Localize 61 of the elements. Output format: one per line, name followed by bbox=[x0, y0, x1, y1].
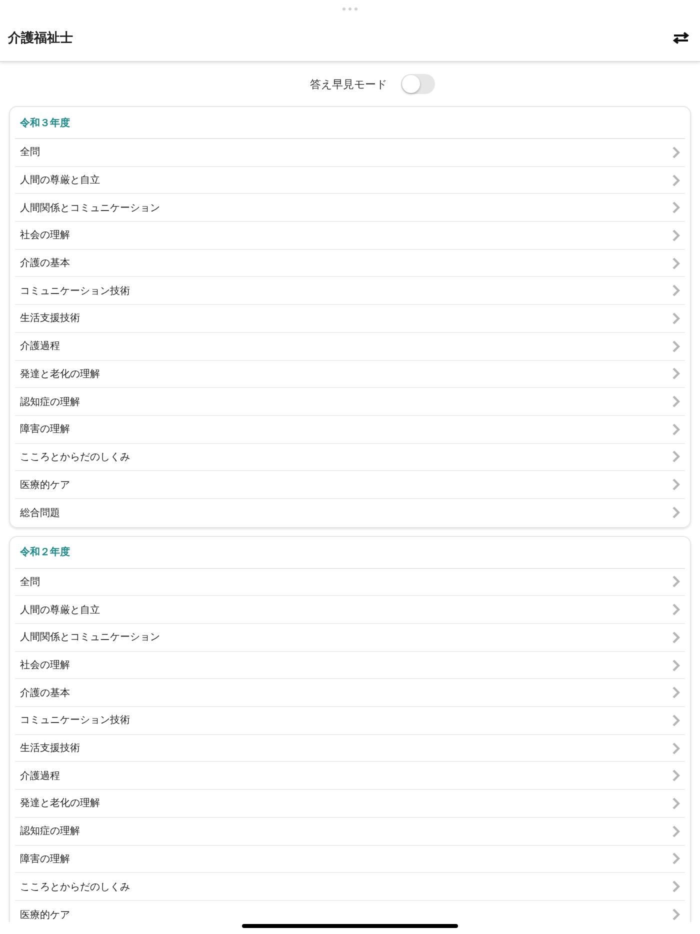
list-item[interactable]: こころとからだのしくみ bbox=[15, 873, 685, 901]
chevron-icon bbox=[672, 146, 680, 159]
chevron-icon bbox=[672, 312, 680, 325]
chevron-icon bbox=[672, 422, 680, 436]
chevron-icon bbox=[672, 603, 680, 616]
chevron-icon bbox=[672, 880, 680, 894]
multitask-dots-icon[interactable] bbox=[342, 7, 358, 11]
list-item[interactable]: 介護過程 bbox=[15, 332, 685, 360]
section-title: 令和３年度 bbox=[20, 116, 70, 130]
chevron-icon bbox=[672, 284, 680, 298]
list-item[interactable]: コミュニケーション技術 bbox=[15, 707, 685, 735]
list-item[interactable]: 人間の尊厳と自立 bbox=[15, 166, 685, 194]
chevron-icon bbox=[672, 174, 680, 187]
list-item[interactable]: 発達と老化の理解 bbox=[15, 790, 685, 818]
screen-title: 介護福祉士 bbox=[8, 30, 73, 47]
chevron-icon bbox=[672, 575, 680, 588]
list-item[interactable]: 障害の理解 bbox=[15, 846, 685, 874]
list-item[interactable]: 医療的ケア bbox=[15, 900, 685, 922]
chevron-icon bbox=[672, 630, 680, 644]
answer-preview-switch[interactable] bbox=[401, 74, 435, 94]
list-item[interactable]: 障害の理解 bbox=[15, 416, 685, 444]
list-item[interactable]: 医療的ケア bbox=[15, 471, 685, 499]
chevron-icon bbox=[672, 450, 680, 464]
list-item[interactable]: 総合問題 bbox=[15, 498, 685, 527]
chevron-icon bbox=[672, 367, 680, 380]
chevron-icon bbox=[672, 852, 680, 866]
chevron-icon bbox=[672, 796, 680, 810]
list-item[interactable]: 社会の理解 bbox=[15, 222, 685, 250]
chevron-icon bbox=[672, 256, 680, 270]
swap-arrows-icon[interactable] bbox=[673, 32, 689, 44]
list-item[interactable]: こころとからだのしくみ bbox=[15, 444, 685, 472]
answer-preview-label: 答え早見モード bbox=[310, 76, 387, 92]
list-item[interactable]: 発達と老化の理解 bbox=[15, 360, 685, 388]
chevron-icon bbox=[672, 908, 680, 922]
chevron-icon bbox=[672, 824, 680, 838]
list-item[interactable]: 社会の理解 bbox=[15, 652, 685, 680]
chevron-icon bbox=[672, 478, 680, 492]
chevron-icon bbox=[672, 742, 680, 755]
list-item[interactable]: 人間の尊厳と自立 bbox=[15, 596, 685, 624]
chevron-icon bbox=[672, 686, 680, 700]
chevron-icon bbox=[672, 228, 680, 242]
list-item[interactable]: 認知症の理解 bbox=[15, 388, 685, 416]
chevron-icon bbox=[672, 506, 680, 520]
list-item[interactable]: 介護の基本 bbox=[15, 250, 685, 278]
list-item[interactable]: 介護過程 bbox=[15, 762, 685, 790]
chevron-icon bbox=[672, 340, 680, 353]
list-item[interactable]: 認知症の理解 bbox=[15, 818, 685, 846]
list-item[interactable]: 介護の基本 bbox=[15, 679, 685, 708]
chevron-icon bbox=[672, 769, 680, 782]
chevron-icon bbox=[672, 714, 680, 727]
chevron-icon bbox=[672, 395, 680, 408]
list-item[interactable]: 全問 bbox=[15, 139, 685, 167]
chevron-icon bbox=[672, 201, 680, 214]
list-item[interactable]: 生活支援技術 bbox=[15, 305, 685, 333]
list-item[interactable]: 全問 bbox=[15, 568, 685, 596]
section-title: 令和２年度 bbox=[20, 545, 70, 560]
chevron-icon bbox=[672, 658, 680, 672]
list-item[interactable]: 人間関係とコミュニケーション bbox=[15, 624, 685, 652]
list-item[interactable]: コミュニケーション技術 bbox=[15, 277, 685, 306]
list-item[interactable]: 生活支援技術 bbox=[15, 734, 685, 762]
list-item[interactable]: 人間関係とコミュニケーション bbox=[15, 194, 685, 222]
